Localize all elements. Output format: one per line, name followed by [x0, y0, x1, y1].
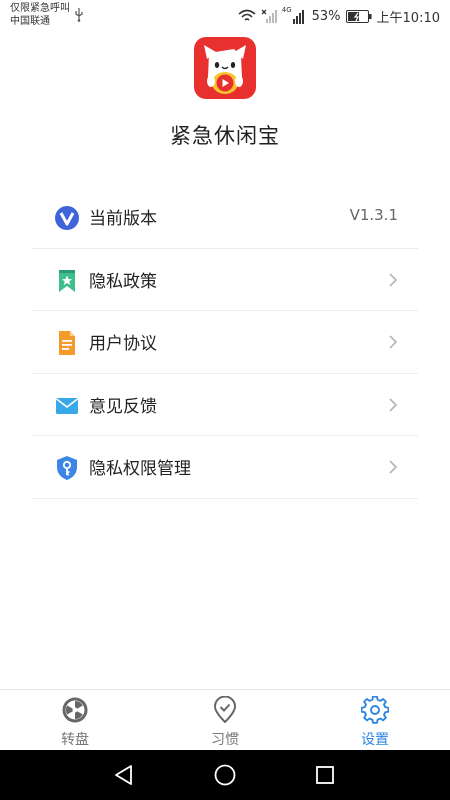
- tab-settings-label: 设置: [361, 732, 389, 748]
- tab-settings[interactable]: 设置: [335, 696, 415, 748]
- tab-habit[interactable]: 习惯: [185, 696, 265, 748]
- feedback-row[interactable]: 意见反馈: [32, 374, 418, 436]
- wheel-icon: [62, 697, 88, 723]
- envelope-icon: [56, 397, 78, 414]
- chevron-right-icon: [389, 460, 398, 474]
- bookmark-star-icon: [59, 269, 75, 292]
- feedback-label: 意见反馈: [89, 396, 157, 417]
- status-left: 仅限紧急呼叫 中国联通: [10, 2, 70, 28]
- tab-wheel[interactable]: 转盘: [35, 696, 115, 748]
- gear-icon: [361, 696, 389, 724]
- document-icon: [59, 331, 75, 355]
- wifi-icon: [238, 9, 256, 21]
- version-label: 当前版本: [89, 209, 157, 229]
- status-right: 4G 53% 上午10:10: [238, 6, 440, 26]
- clock: 上午10:10: [376, 10, 440, 26]
- shield-key-icon: [57, 456, 77, 480]
- privacy-policy-label: 隐私政策: [89, 271, 157, 292]
- chevron-right-icon: [389, 397, 398, 412]
- carrier-name: 中国联通: [10, 16, 50, 27]
- privacy-permissions-label: 隐私权限管理: [89, 459, 191, 479]
- settings-list: 当前版本 V1.3.1 隐私政策 用户协议 意见反馈 隐私权限管理: [32, 186, 418, 499]
- version-row: 当前版本 V1.3.1: [32, 186, 418, 249]
- user-agreement-label: 用户协议: [89, 334, 157, 354]
- privacy-policy-row[interactable]: 隐私政策: [32, 249, 418, 311]
- bottom-tab-bar: 转盘 习惯 设置: [0, 689, 450, 750]
- app-logo: [194, 37, 256, 99]
- signal-icon: [292, 9, 304, 24]
- back-icon[interactable]: [111, 762, 137, 788]
- cat-play-logo-icon: [194, 37, 256, 99]
- emergency-call-text: 仅限紧急呼叫: [10, 3, 70, 14]
- no-sim-signal-icon: [261, 9, 277, 23]
- recents-icon[interactable]: [312, 762, 338, 788]
- battery-percent: 53%: [311, 8, 341, 24]
- vivo-v-icon: [55, 206, 79, 230]
- system-nav-bar: [0, 750, 450, 800]
- battery-icon: [345, 9, 372, 23]
- app-title: 紧急休闲宝: [170, 124, 280, 148]
- status-bar: 仅限紧急呼叫 中国联通 4G 53% 上午10:10: [0, 0, 450, 32]
- chevron-right-icon: [389, 272, 398, 287]
- network-type-badge: 4G: [281, 6, 292, 14]
- usb-icon: [75, 8, 83, 22]
- tab-habit-label: 习惯: [211, 732, 239, 748]
- privacy-permissions-row[interactable]: 隐私权限管理: [32, 436, 418, 499]
- chevron-right-icon: [389, 335, 398, 349]
- user-agreement-row[interactable]: 用户协议: [32, 311, 418, 374]
- location-check-icon: [214, 696, 236, 723]
- version-value: V1.3.1: [349, 206, 398, 224]
- home-icon[interactable]: [212, 762, 238, 788]
- tab-wheel-label: 转盘: [61, 732, 89, 748]
